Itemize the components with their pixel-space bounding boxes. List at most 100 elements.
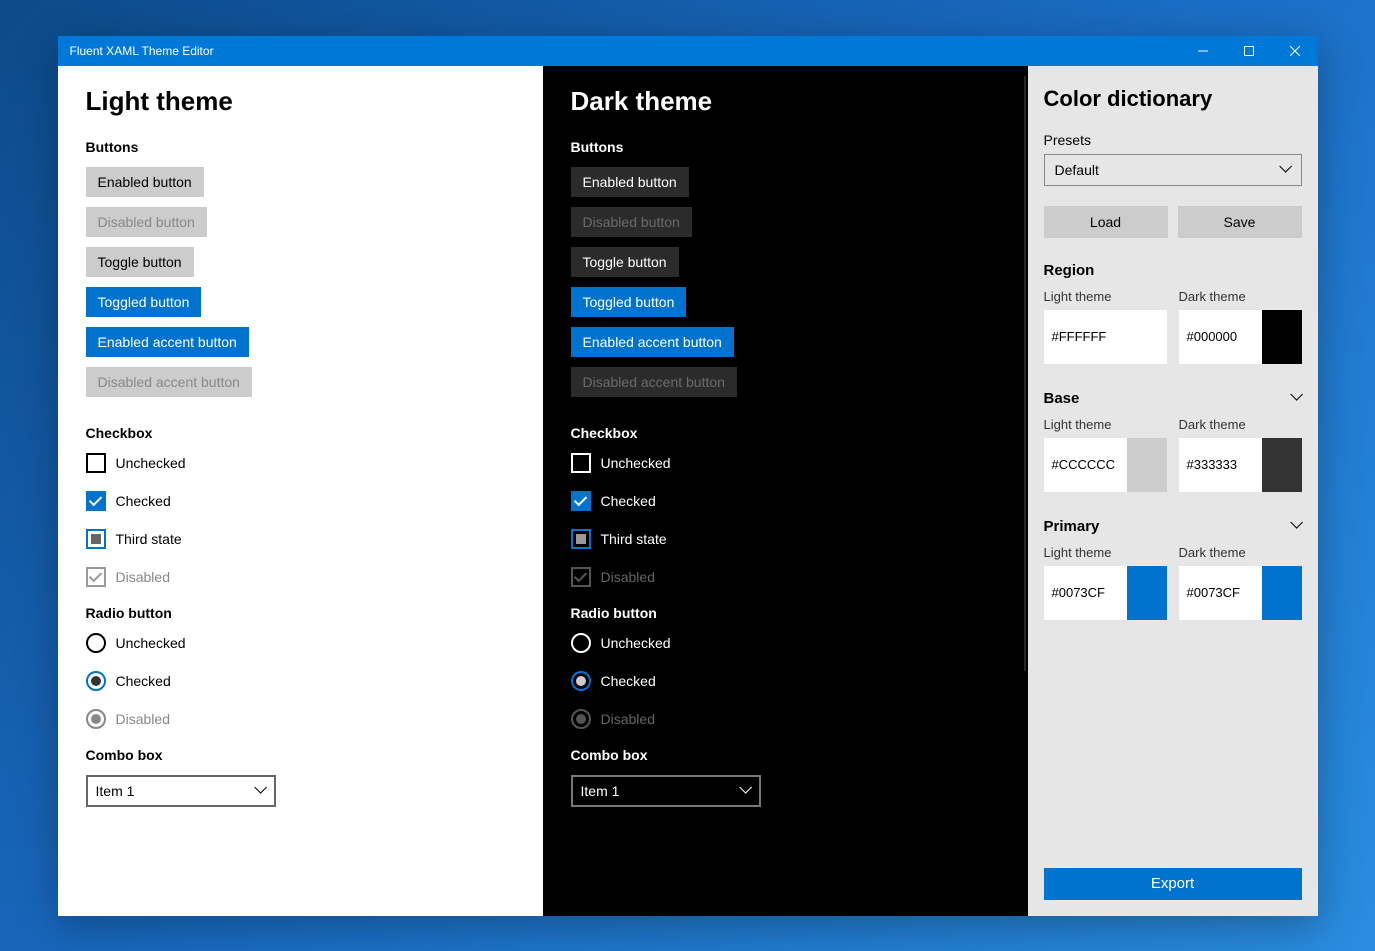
color-chip	[1262, 438, 1302, 492]
color-chip	[1127, 310, 1167, 364]
primary-dark-label: Dark theme	[1179, 545, 1302, 560]
combo-value: Item 1	[96, 783, 135, 799]
region-light-label: Light theme	[1044, 289, 1167, 304]
enabled-button[interactable]: Enabled button	[571, 167, 689, 197]
base-light-hex: #CCCCCC	[1044, 457, 1127, 472]
checkbox-checked[interactable]	[86, 491, 106, 511]
primary-light-label: Light theme	[1044, 545, 1167, 560]
radio-disabled	[86, 709, 106, 729]
section-label-combo: Combo box	[571, 747, 1000, 763]
section-label-radio: Radio button	[571, 605, 1000, 621]
checkbox-label: Unchecked	[116, 455, 186, 471]
color-chip	[1262, 566, 1302, 620]
region-dark-hex: #000000	[1179, 329, 1262, 344]
chevron-down-icon	[739, 785, 751, 797]
checkbox-label: Third state	[116, 531, 182, 547]
primary-dark-hex: #0073CF	[1179, 585, 1262, 600]
checkbox-third[interactable]	[571, 529, 591, 549]
radio-unchecked[interactable]	[86, 633, 106, 653]
export-button[interactable]: Export	[1044, 868, 1302, 900]
base-dark-swatch[interactable]: #333333	[1179, 438, 1302, 492]
primary-dark-swatch[interactable]: #0073CF	[1179, 566, 1302, 620]
radio-disabled	[571, 709, 591, 729]
base-light-label: Light theme	[1044, 417, 1167, 432]
base-group-title: Base	[1044, 390, 1080, 407]
radio-unchecked[interactable]	[571, 633, 591, 653]
checkbox-unchecked[interactable]	[571, 453, 591, 473]
enabled-accent-button[interactable]: Enabled accent button	[571, 327, 734, 357]
combo-box[interactable]: Item 1	[571, 775, 761, 807]
color-chip	[1127, 438, 1167, 492]
presets-label: Presets	[1044, 132, 1302, 148]
section-label-combo: Combo box	[86, 747, 515, 763]
base-light-swatch[interactable]: #CCCCCC	[1044, 438, 1167, 492]
load-button[interactable]: Load	[1044, 206, 1168, 238]
checkbox-disabled	[86, 567, 106, 587]
disabled-accent-button: Disabled accent button	[571, 367, 737, 397]
section-label-checkbox: Checkbox	[571, 425, 1000, 441]
minimize-button[interactable]	[1180, 36, 1226, 66]
dark-theme-pane: Dark theme Buttons Enabled button Disabl…	[543, 66, 1028, 916]
window-title: Fluent XAML Theme Editor	[70, 44, 214, 58]
chevron-down-icon[interactable]	[1290, 392, 1302, 404]
light-theme-pane: Light theme Buttons Enabled button Disab…	[58, 66, 543, 916]
section-label-buttons: Buttons	[86, 139, 515, 155]
checkbox-label: Disabled	[116, 569, 170, 585]
maximize-button[interactable]	[1226, 36, 1272, 66]
region-dark-swatch[interactable]: #000000	[1179, 310, 1302, 364]
app-window: Fluent XAML Theme Editor Light theme But…	[58, 36, 1318, 916]
chevron-down-icon	[254, 785, 266, 797]
color-dictionary-panel: Color dictionary Presets Default Load Sa…	[1028, 66, 1318, 916]
toggle-button[interactable]: Toggle button	[571, 247, 679, 277]
checkbox-checked[interactable]	[571, 491, 591, 511]
scrollbar[interactable]	[1024, 76, 1026, 671]
radio-label: Disabled	[116, 711, 170, 727]
checkbox-disabled	[571, 567, 591, 587]
radio-label: Checked	[601, 673, 656, 689]
checkbox-label: Checked	[116, 493, 171, 509]
section-label-radio: Radio button	[86, 605, 515, 621]
region-light-swatch[interactable]: #FFFFFF	[1044, 310, 1167, 364]
dark-pane-title: Dark theme	[571, 86, 1000, 117]
disabled-button: Disabled button	[86, 207, 207, 237]
checkbox-label: Disabled	[601, 569, 655, 585]
enabled-button[interactable]: Enabled button	[86, 167, 204, 197]
radio-checked[interactable]	[571, 671, 591, 691]
toggled-button[interactable]: Toggled button	[571, 287, 687, 317]
base-dark-label: Dark theme	[1179, 417, 1302, 432]
disabled-button: Disabled button	[571, 207, 692, 237]
checkbox-third[interactable]	[86, 529, 106, 549]
section-label-checkbox: Checkbox	[86, 425, 515, 441]
radio-label: Unchecked	[116, 635, 186, 651]
base-dark-hex: #333333	[1179, 457, 1262, 472]
color-chip	[1262, 310, 1302, 364]
light-pane-title: Light theme	[86, 86, 515, 117]
toggle-button[interactable]: Toggle button	[86, 247, 194, 277]
chevron-down-icon	[1279, 164, 1291, 176]
primary-group-title: Primary	[1044, 518, 1100, 535]
region-dark-label: Dark theme	[1179, 289, 1302, 304]
radio-label: Unchecked	[601, 635, 671, 651]
region-group-title: Region	[1044, 262, 1095, 279]
disabled-accent-button: Disabled accent button	[86, 367, 252, 397]
close-button[interactable]	[1272, 36, 1318, 66]
titlebar[interactable]: Fluent XAML Theme Editor	[58, 36, 1318, 66]
side-title: Color dictionary	[1044, 86, 1302, 112]
primary-light-swatch[interactable]: #0073CF	[1044, 566, 1167, 620]
radio-label: Disabled	[601, 711, 655, 727]
save-button[interactable]: Save	[1178, 206, 1302, 238]
combo-value: Item 1	[581, 783, 620, 799]
checkbox-label: Unchecked	[601, 455, 671, 471]
color-chip	[1127, 566, 1167, 620]
checkbox-label: Third state	[601, 531, 667, 547]
enabled-accent-button[interactable]: Enabled accent button	[86, 327, 249, 357]
preset-select[interactable]: Default	[1044, 154, 1302, 186]
radio-checked[interactable]	[86, 671, 106, 691]
chevron-down-icon[interactable]	[1290, 520, 1302, 532]
region-light-hex: #FFFFFF	[1044, 329, 1127, 344]
primary-light-hex: #0073CF	[1044, 585, 1127, 600]
checkbox-unchecked[interactable]	[86, 453, 106, 473]
combo-box[interactable]: Item 1	[86, 775, 276, 807]
toggled-button[interactable]: Toggled button	[86, 287, 202, 317]
checkbox-label: Checked	[601, 493, 656, 509]
